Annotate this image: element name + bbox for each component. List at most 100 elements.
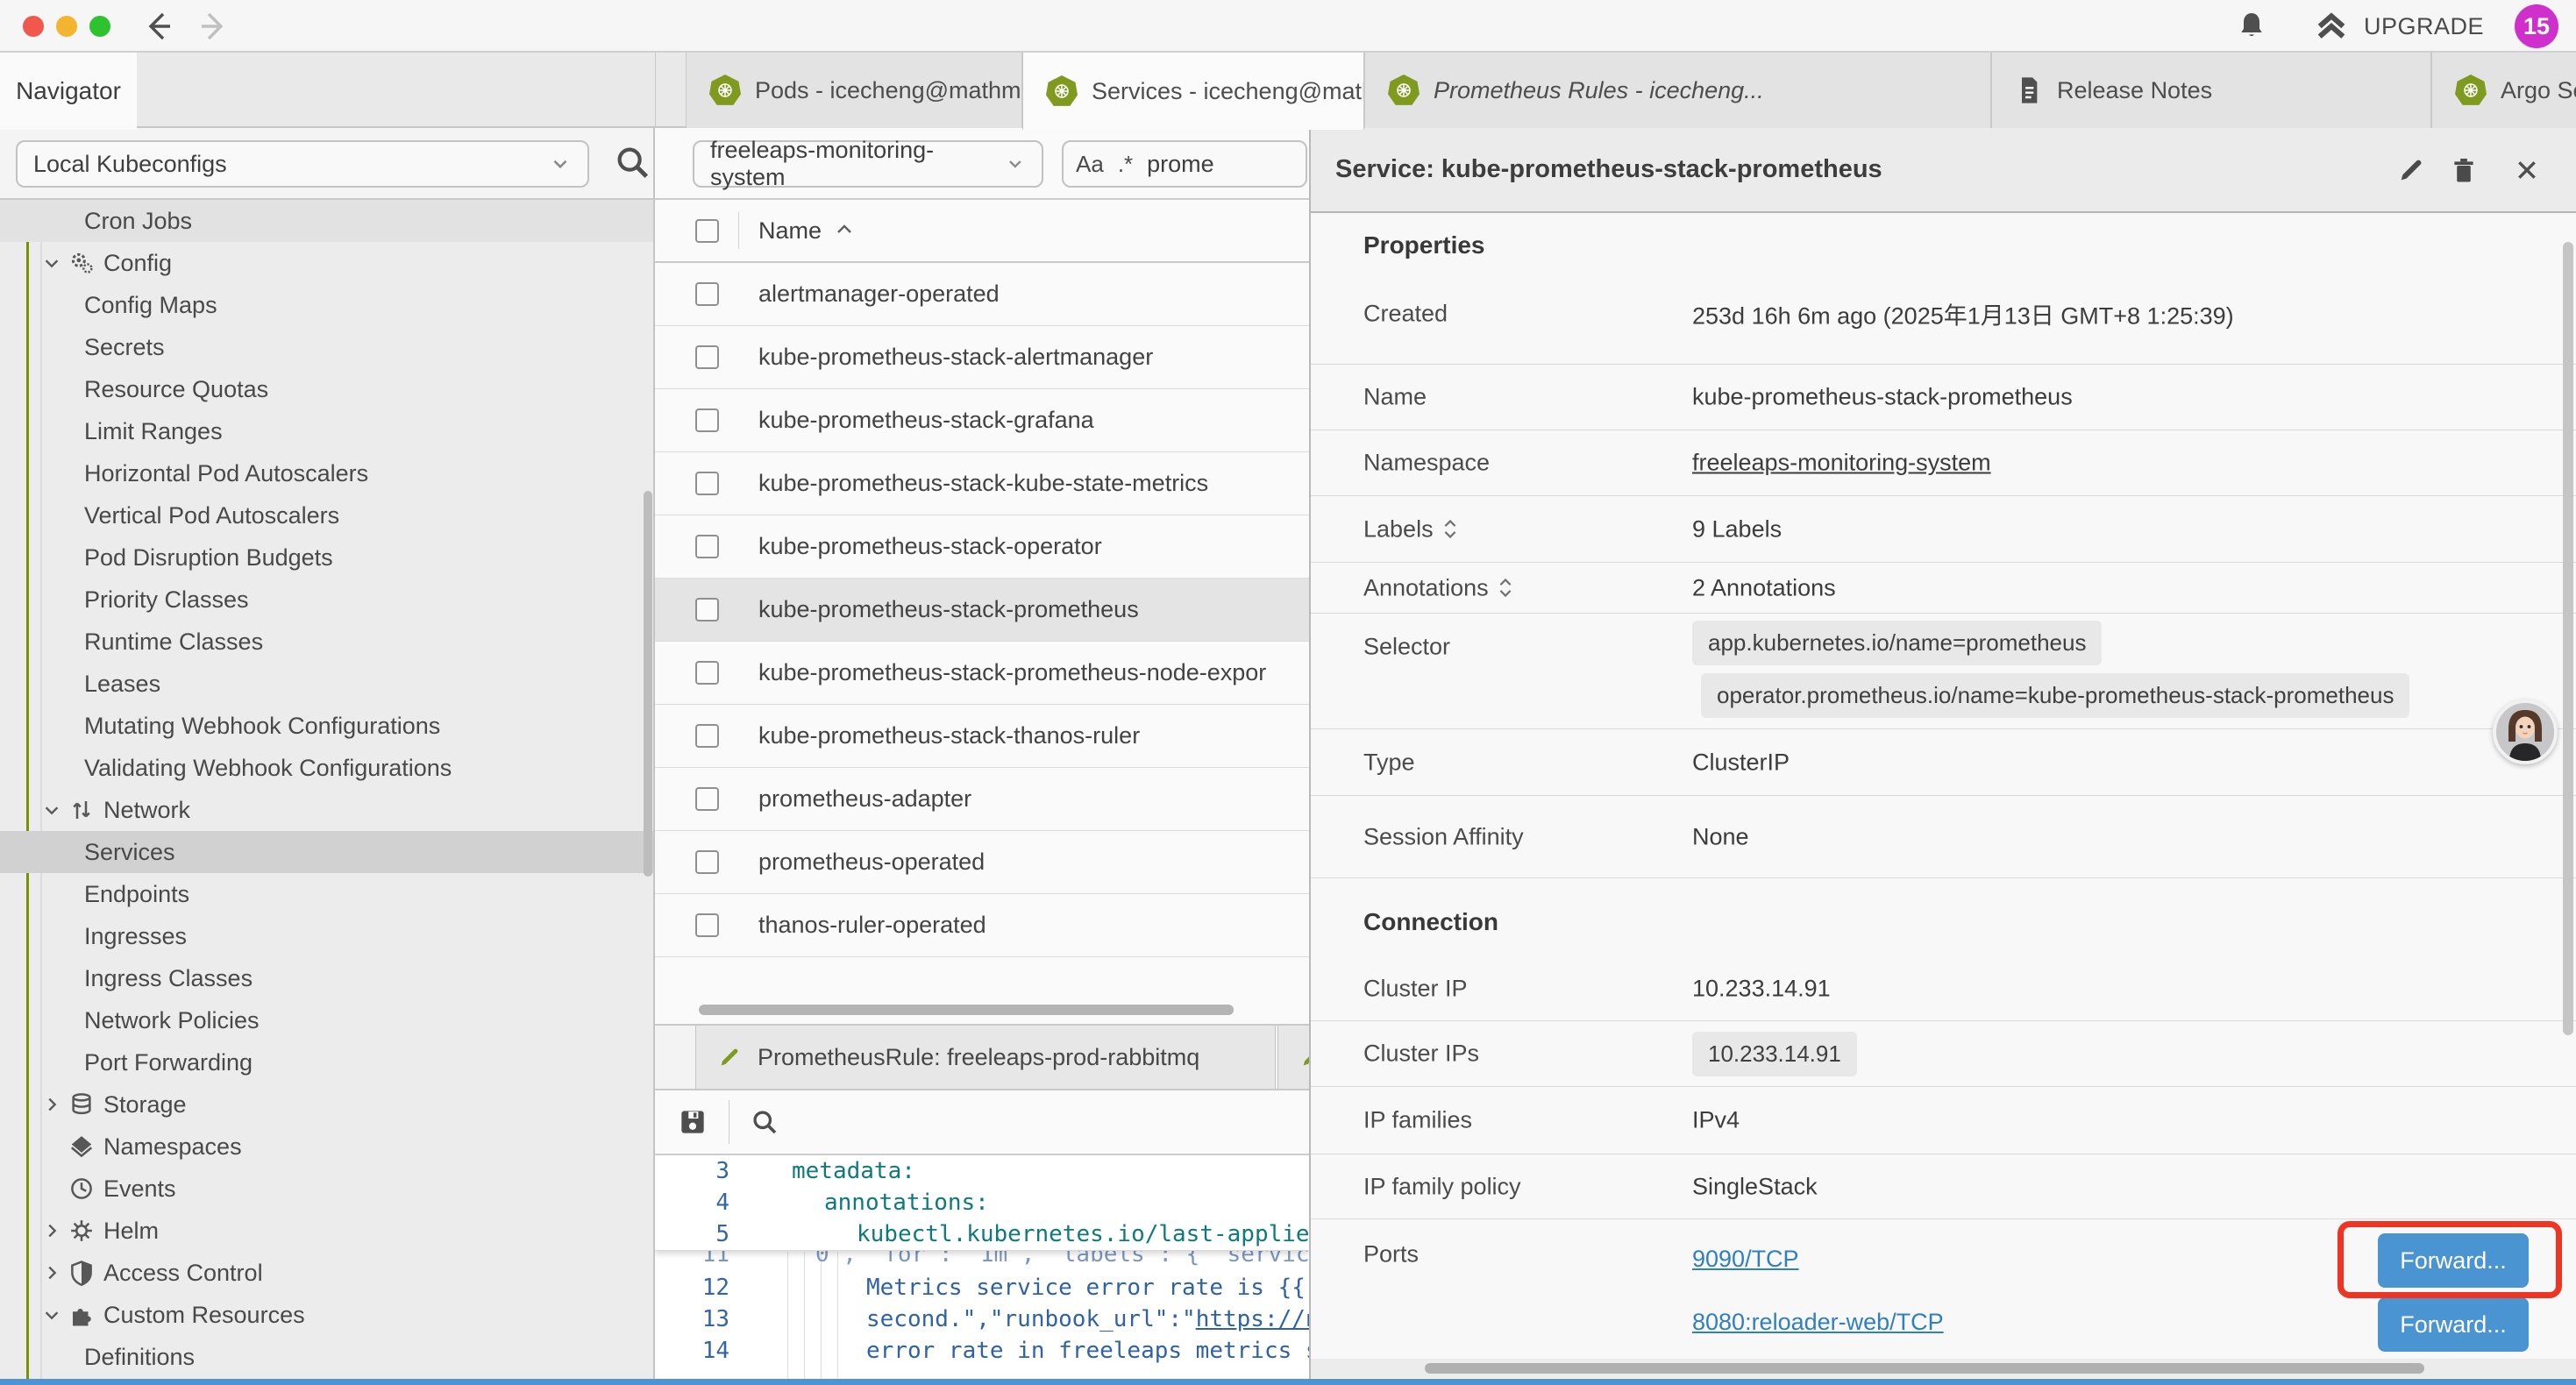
- save-icon[interactable]: [676, 1105, 709, 1139]
- sidebar-item-helm[interactable]: Helm: [0, 1210, 655, 1252]
- tab-services[interactable]: Services - icecheng@math... ×: [1022, 53, 1364, 130]
- tab-pods[interactable]: Pods - icecheng@mathmas...: [686, 53, 1022, 128]
- row-checkbox[interactable]: [695, 850, 719, 874]
- sidebar-item-namespaces[interactable]: Namespaces: [0, 1126, 655, 1168]
- horizontal-scrollbar-thumb[interactable]: [699, 1005, 1234, 1015]
- table-row[interactable]: prometheus-adapter: [655, 768, 1309, 831]
- chevron-right-icon[interactable]: [42, 1221, 68, 1240]
- tab-prometheus-rules[interactable]: Prometheus Rules - icecheng...: [1364, 53, 1991, 128]
- annotations-value[interactable]: 2 Annotations: [1692, 574, 1836, 601]
- sidebar-item-runtime-classes[interactable]: Runtime Classes: [0, 621, 655, 663]
- chevron-down-icon[interactable]: [42, 1305, 68, 1325]
- sidebar-item-network-policies[interactable]: Network Policies: [0, 999, 655, 1041]
- sort-updown-icon[interactable]: [1442, 517, 1458, 542]
- row-checkbox[interactable]: [695, 913, 719, 937]
- sidebar-item-definitions[interactable]: Definitions: [0, 1336, 655, 1378]
- regex-toggle[interactable]: .*: [1118, 151, 1133, 178]
- tab-release-notes[interactable]: Release Notes: [1991, 53, 2431, 128]
- chevron-down-icon[interactable]: [42, 800, 68, 820]
- port-link-9090[interactable]: 9090/TCP: [1692, 1246, 1799, 1273]
- table-row[interactable]: alertmanager-operated: [655, 263, 1309, 326]
- tab-argo[interactable]: Argo Se: [2431, 53, 2576, 128]
- drawer-hscrollbar-thumb[interactable]: [1425, 1363, 2424, 1374]
- window-close-button[interactable]: [23, 16, 44, 37]
- yaml-editor[interactable]: 3metadata: 4annotations: 5kubectl.kubern…: [655, 1155, 1309, 1379]
- row-checkbox[interactable]: [695, 408, 719, 432]
- kubeconfig-select[interactable]: Local Kubeconfigs: [16, 140, 589, 188]
- upgrade-label[interactable]: UPGRADE: [2364, 13, 2484, 40]
- port-link-8080[interactable]: 8080:reloader-web/TCP: [1692, 1309, 1944, 1336]
- row-checkbox[interactable]: [695, 598, 719, 621]
- table-row[interactable]: kube-prometheus-stack-thanos-ruler: [655, 705, 1309, 768]
- row-checkbox[interactable]: [695, 282, 719, 306]
- drawer-scrollbar-thumb[interactable]: [2563, 242, 2573, 1035]
- notifications-bell-icon[interactable]: [2234, 9, 2269, 44]
- editor-search-icon[interactable]: [749, 1106, 780, 1138]
- table-row[interactable]: kube-prometheus-stack-prometheus-node-ex…: [655, 642, 1309, 705]
- sidebar-item-priority-classes[interactable]: Priority Classes: [0, 579, 655, 621]
- sidebar-item-leases[interactable]: Leases: [0, 663, 655, 705]
- row-checkbox[interactable]: [695, 472, 719, 495]
- sort-updown-icon[interactable]: [1498, 576, 1513, 600]
- chevron-right-icon[interactable]: [42, 1095, 68, 1114]
- table-row[interactable]: kube-prometheus-stack-kube-state-metrics: [655, 452, 1309, 515]
- list-search-box[interactable]: Aa .*: [1062, 140, 1307, 188]
- sidebar-item-config[interactable]: Config: [0, 242, 655, 284]
- sidebar-item-pod-disruption-budgets[interactable]: Pod Disruption Budgets: [0, 536, 655, 579]
- row-checkbox[interactable]: [695, 724, 719, 748]
- row-checkbox[interactable]: [695, 345, 719, 369]
- sidebar-item-network[interactable]: Network: [0, 789, 655, 831]
- sidebar-item-config-maps[interactable]: Config Maps: [0, 284, 655, 326]
- sidebar-item-ingresses[interactable]: Ingresses: [0, 915, 655, 957]
- back-icon[interactable]: [139, 7, 177, 46]
- sort-ascending-icon[interactable]: [834, 220, 855, 241]
- name-column-header[interactable]: Name: [758, 217, 822, 245]
- namespace-link[interactable]: freeleaps-monitoring-system: [1692, 450, 1991, 477]
- row-checkbox[interactable]: [695, 661, 719, 685]
- sidebar-item-endpoints[interactable]: Endpoints: [0, 873, 655, 915]
- upgrade-chevrons-icon[interactable]: [2313, 9, 2350, 44]
- sidebar-item-resource-quotas[interactable]: Resource Quotas: [0, 368, 655, 410]
- sidebar-item-port-forwarding[interactable]: Port Forwarding: [0, 1041, 655, 1083]
- close-icon[interactable]: [2509, 153, 2544, 188]
- window-minimize-button[interactable]: [56, 16, 77, 37]
- notification-count-badge[interactable]: 15: [2515, 4, 2558, 48]
- code-link[interactable]: https://net: [1196, 1306, 1309, 1332]
- avatar[interactable]: [2493, 700, 2558, 764]
- row-checkbox[interactable]: [695, 535, 719, 558]
- sidebar-item-horizontal-pod-autoscalers[interactable]: Horizontal Pod Autoscalers: [0, 452, 655, 494]
- editor-tab-prometheusrule[interactable]: PrometheusRule: freeleaps-prod-rabbitmq: [695, 1026, 1276, 1089]
- search-input[interactable]: [1147, 151, 1243, 178]
- table-row-selected[interactable]: kube-prometheus-stack-prometheus: [655, 579, 1309, 642]
- sidebar-item-custom-resources[interactable]: Custom Resources: [0, 1294, 655, 1336]
- edit-pencil-icon[interactable]: [2394, 153, 2429, 188]
- sidebar-item-vertical-pod-autoscalers[interactable]: Vertical Pod Autoscalers: [0, 494, 655, 536]
- table-row[interactable]: prometheus-operated: [655, 831, 1309, 894]
- labels-value[interactable]: 9 Labels: [1692, 515, 1782, 543]
- sidebar-item-secrets[interactable]: Secrets: [0, 326, 655, 368]
- table-row[interactable]: kube-prometheus-stack-grafana: [655, 389, 1309, 452]
- select-all-checkbox[interactable]: [695, 219, 719, 243]
- sidebar-item-validating-webhook-configurations[interactable]: Validating Webhook Configurations: [0, 747, 655, 789]
- chevron-down-icon[interactable]: [42, 253, 68, 273]
- sidebar-item-access-control[interactable]: Access Control: [0, 1252, 655, 1294]
- window-zoom-button[interactable]: [89, 16, 110, 37]
- sidebar-item-storage[interactable]: Storage: [0, 1083, 655, 1126]
- sidebar-search-icon[interactable]: [612, 142, 652, 182]
- sidebar-item-events[interactable]: Events: [0, 1168, 655, 1210]
- match-case-toggle[interactable]: Aa: [1076, 151, 1104, 178]
- forward-button-8080[interactable]: Forward...: [2378, 1297, 2529, 1352]
- sidebar-item-ingress-classes[interactable]: Ingress Classes: [0, 957, 655, 999]
- editor-tab-partial[interactable]: [1277, 1026, 1309, 1089]
- tab-navigator[interactable]: Navigator: [0, 53, 137, 130]
- table-row[interactable]: kube-prometheus-stack-alertmanager: [655, 326, 1309, 389]
- forward-icon[interactable]: [195, 7, 233, 46]
- sidebar-item-limit-ranges[interactable]: Limit Ranges: [0, 410, 655, 452]
- sidebar-item-services[interactable]: Services: [0, 831, 655, 873]
- chevron-right-icon[interactable]: [42, 1263, 68, 1282]
- sidebar-item-mutating-webhook-configurations[interactable]: Mutating Webhook Configurations: [0, 705, 655, 747]
- delete-trash-icon[interactable]: [2446, 153, 2481, 188]
- namespace-select[interactable]: freeleaps-monitoring-system: [693, 140, 1043, 188]
- sidebar-scrollbar-thumb[interactable]: [644, 491, 652, 877]
- table-row[interactable]: kube-prometheus-stack-operator: [655, 515, 1309, 579]
